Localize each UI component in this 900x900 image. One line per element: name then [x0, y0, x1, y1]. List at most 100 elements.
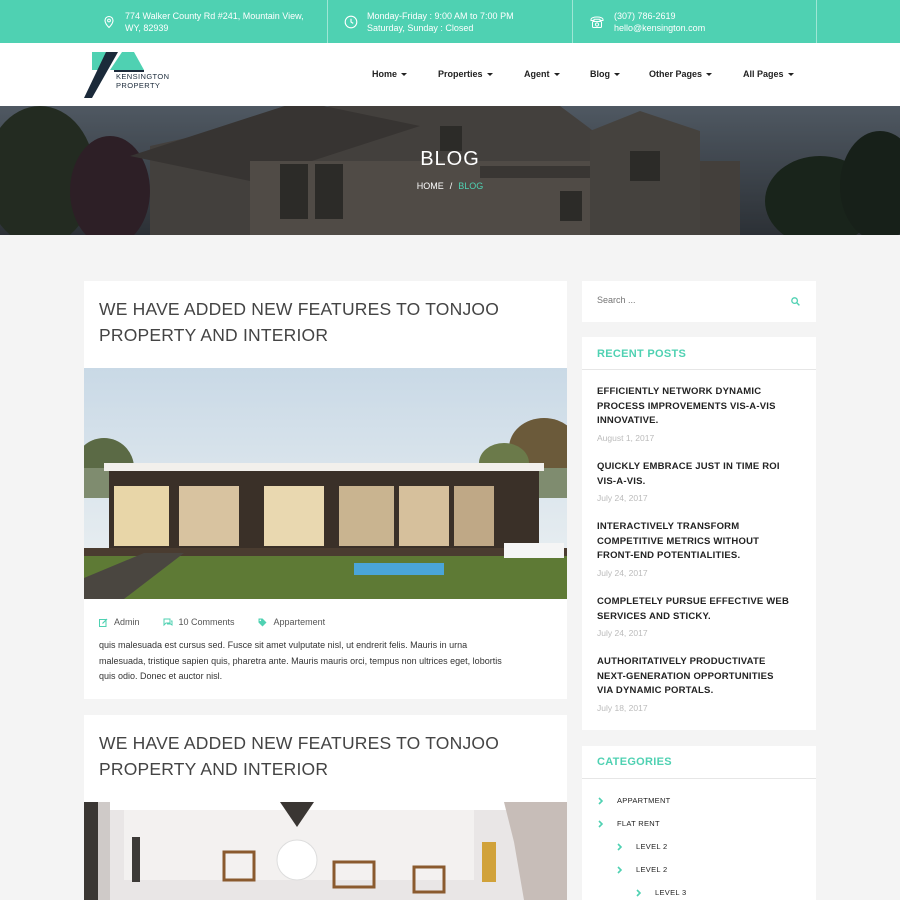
top-info-bar: 774 Walker County Rd #241, Mountain View… [0, 0, 900, 43]
categories-heading: CATEGORIES [597, 756, 672, 768]
nav-other-pages-label: Other Pages [649, 69, 703, 79]
chevron-right-icon [598, 796, 604, 805]
recent-post-title-line: COMPETITIVE METRICS WITHOUT [597, 535, 760, 547]
nav-properties-label: Properties [438, 69, 483, 79]
post-excerpt: quis malesuada est cursus sed. Fusce sit… [99, 638, 554, 685]
post-category[interactable]: Appartement [258, 617, 326, 627]
recent-post-title-line: INTERACTIVELY TRANSFORM [597, 521, 740, 532]
caret-down-icon [787, 73, 794, 77]
recent-post-title-line: PROCESS IMPROVEMENTS VIS-A-VIS [597, 400, 776, 412]
post-featured-image[interactable] [84, 802, 567, 900]
nav-blog[interactable]: Blog [590, 69, 620, 79]
email-link[interactable]: hello@kensington.com [614, 22, 705, 34]
recent-post-title-line: EFFICIENTLY NETWORK DYNAMIC [597, 386, 762, 397]
caret-down-icon [614, 73, 620, 77]
nav-properties[interactable]: Properties [438, 69, 493, 79]
address-line1: 774 Walker County Rd #241, Mountain View… [125, 10, 304, 21]
nav-agent[interactable]: Agent [524, 69, 560, 79]
category-label: FLAT RENT [617, 819, 660, 828]
post-title-line1: WE HAVE ADDED NEW FEATURES TO TONJOO [99, 299, 500, 319]
recent-post-title-line: SERVICES AND STICKY. [597, 610, 711, 622]
caret-down-icon [486, 73, 493, 77]
search-icon[interactable] [791, 297, 800, 306]
category-item[interactable]: FLAT RENT [597, 819, 660, 828]
chevron-right-icon [617, 842, 623, 851]
post-excerpt-line1: quis malesuada est cursus sed. Fusce sit… [99, 640, 468, 650]
category-item[interactable]: LEVEL 3 [635, 888, 686, 897]
post-author[interactable]: Admin [99, 617, 140, 627]
recent-post-title-line: QUICKLY EMBRACE JUST IN TIME ROI [597, 461, 780, 472]
category-label: LEVEL 2 [636, 842, 668, 851]
post-title[interactable]: WE HAVE ADDED NEW FEATURES TO TONJOO PRO… [99, 296, 539, 348]
recent-posts-heading: RECENT POSTS [597, 348, 687, 360]
recent-post-link[interactable]: INTERACTIVELY TRANSFORM COMPETITIVE METR… [597, 520, 802, 564]
recent-post-title-line: FRONT-END POTENTIALITIES. [597, 550, 741, 561]
blog-post-card: WE HAVE ADDED NEW FEATURES TO TONJOO PRO… [84, 281, 567, 699]
recent-post-title-line: INNOVATIVE. [597, 415, 659, 426]
page-title: BLOG [420, 148, 480, 170]
recent-post-date: August 1, 2017 [597, 433, 655, 443]
caret-down-icon [401, 73, 408, 77]
category-label: APPARTMENT [617, 796, 671, 805]
search-input[interactable] [597, 295, 757, 305]
recent-post-date: July 24, 2017 [597, 493, 648, 503]
nav-agent-label: Agent [524, 69, 550, 79]
nav-blog-label: Blog [590, 69, 610, 79]
logo-line1: KENSINGTON [116, 72, 170, 81]
post-featured-image[interactable] [84, 368, 567, 599]
breadcrumb-home[interactable]: HOME [417, 181, 444, 191]
nav-home[interactable]: Home [372, 69, 408, 79]
post-excerpt-line2: malesuada, tristique sapien quis, pharet… [99, 655, 502, 666]
address-line2: WY, 82939 [125, 22, 169, 33]
map-pin-icon [104, 15, 114, 28]
category-label: LEVEL 2 [636, 865, 668, 874]
hours-line2: Saturday, Sunday : Closed [367, 22, 474, 33]
category-item[interactable]: LEVEL 2 [616, 842, 667, 851]
comments-icon [163, 618, 173, 626]
widget-divider [582, 778, 816, 779]
recent-post-link[interactable]: COMPLETELY PURSUE EFFECTIVE WEB SERVICES… [597, 595, 802, 624]
nav-home-label: Home [372, 69, 398, 79]
recent-post-title-line: NEXT-GENERATION OPPORTUNITIES [597, 670, 774, 682]
recent-post-link[interactable]: QUICKLY EMBRACE JUST IN TIME ROI VIS-A-V… [597, 460, 802, 489]
hours-line1: Monday-Friday : 9:00 AM to 7:00 PM [367, 10, 514, 21]
post-category-name: Appartement [273, 617, 326, 627]
post-meta: Admin 10 Comments Appartement [99, 617, 348, 627]
chevron-right-icon [636, 888, 642, 897]
recent-post-date: July 18, 2017 [597, 703, 648, 713]
recent-post-link[interactable]: AUTHORITATIVELY PRODUCTIVATE NEXT-GENERA… [597, 655, 802, 699]
post-comments[interactable]: 10 Comments [163, 617, 235, 627]
phone-icon [590, 15, 604, 28]
post-title-line2: PROPERTY AND INTERIOR [99, 325, 329, 345]
post-excerpt-line3: quis odio. Donec et auctor nisl. [99, 671, 223, 681]
nav-all-pages[interactable]: All Pages [743, 69, 794, 79]
recent-post-title-line: AUTHORITATIVELY PRODUCTIVATE [597, 656, 766, 667]
topbar-divider [572, 0, 573, 43]
tags-icon [258, 618, 267, 626]
category-item[interactable]: LEVEL 2 [616, 865, 667, 874]
logo-line2: PROPERTY [116, 81, 161, 90]
recent-post-date: July 24, 2017 [597, 628, 648, 638]
post-title[interactable]: WE HAVE ADDED NEW FEATURES TO TONJOO PRO… [99, 730, 539, 782]
category-label: LEVEL 3 [655, 888, 687, 897]
recent-post-link[interactable]: EFFICIENTLY NETWORK DYNAMIC PROCESS IMPR… [597, 385, 802, 429]
post-comments-count: 10 Comments [178, 617, 235, 627]
caret-down-icon [553, 73, 560, 77]
chevron-right-icon [598, 819, 604, 828]
site-header: KENSINGTON PROPERTY Home Properties Agen… [0, 43, 900, 106]
recent-post-title-line: COMPLETELY PURSUE EFFECTIVE WEB [597, 596, 790, 607]
recent-post-title-line: VIA DYNAMIC PORTALS. [597, 685, 714, 696]
search-widget [582, 281, 816, 322]
category-item[interactable]: APPARTMENT [597, 796, 671, 805]
blog-post-card: WE HAVE ADDED NEW FEATURES TO TONJOO PRO… [84, 715, 567, 900]
contact-info: (307) 786-2619 hello@kensington.com [589, 0, 705, 43]
clock-icon [344, 15, 358, 28]
post-title-line2: PROPERTY AND INTERIOR [99, 759, 329, 779]
categories-widget: CATEGORIES APPARTMENT FLAT RENT LEVEL 2 … [582, 746, 816, 900]
caret-down-icon [706, 73, 713, 77]
nav-other-pages[interactable]: Other Pages [649, 69, 713, 79]
breadcrumb-separator: / [449, 181, 453, 191]
topbar-divider [327, 0, 328, 43]
hours-info: Monday-Friday : 9:00 AM to 7:00 PM Satur… [344, 0, 514, 43]
phone-number[interactable]: (307) 786-2619 [614, 10, 705, 22]
